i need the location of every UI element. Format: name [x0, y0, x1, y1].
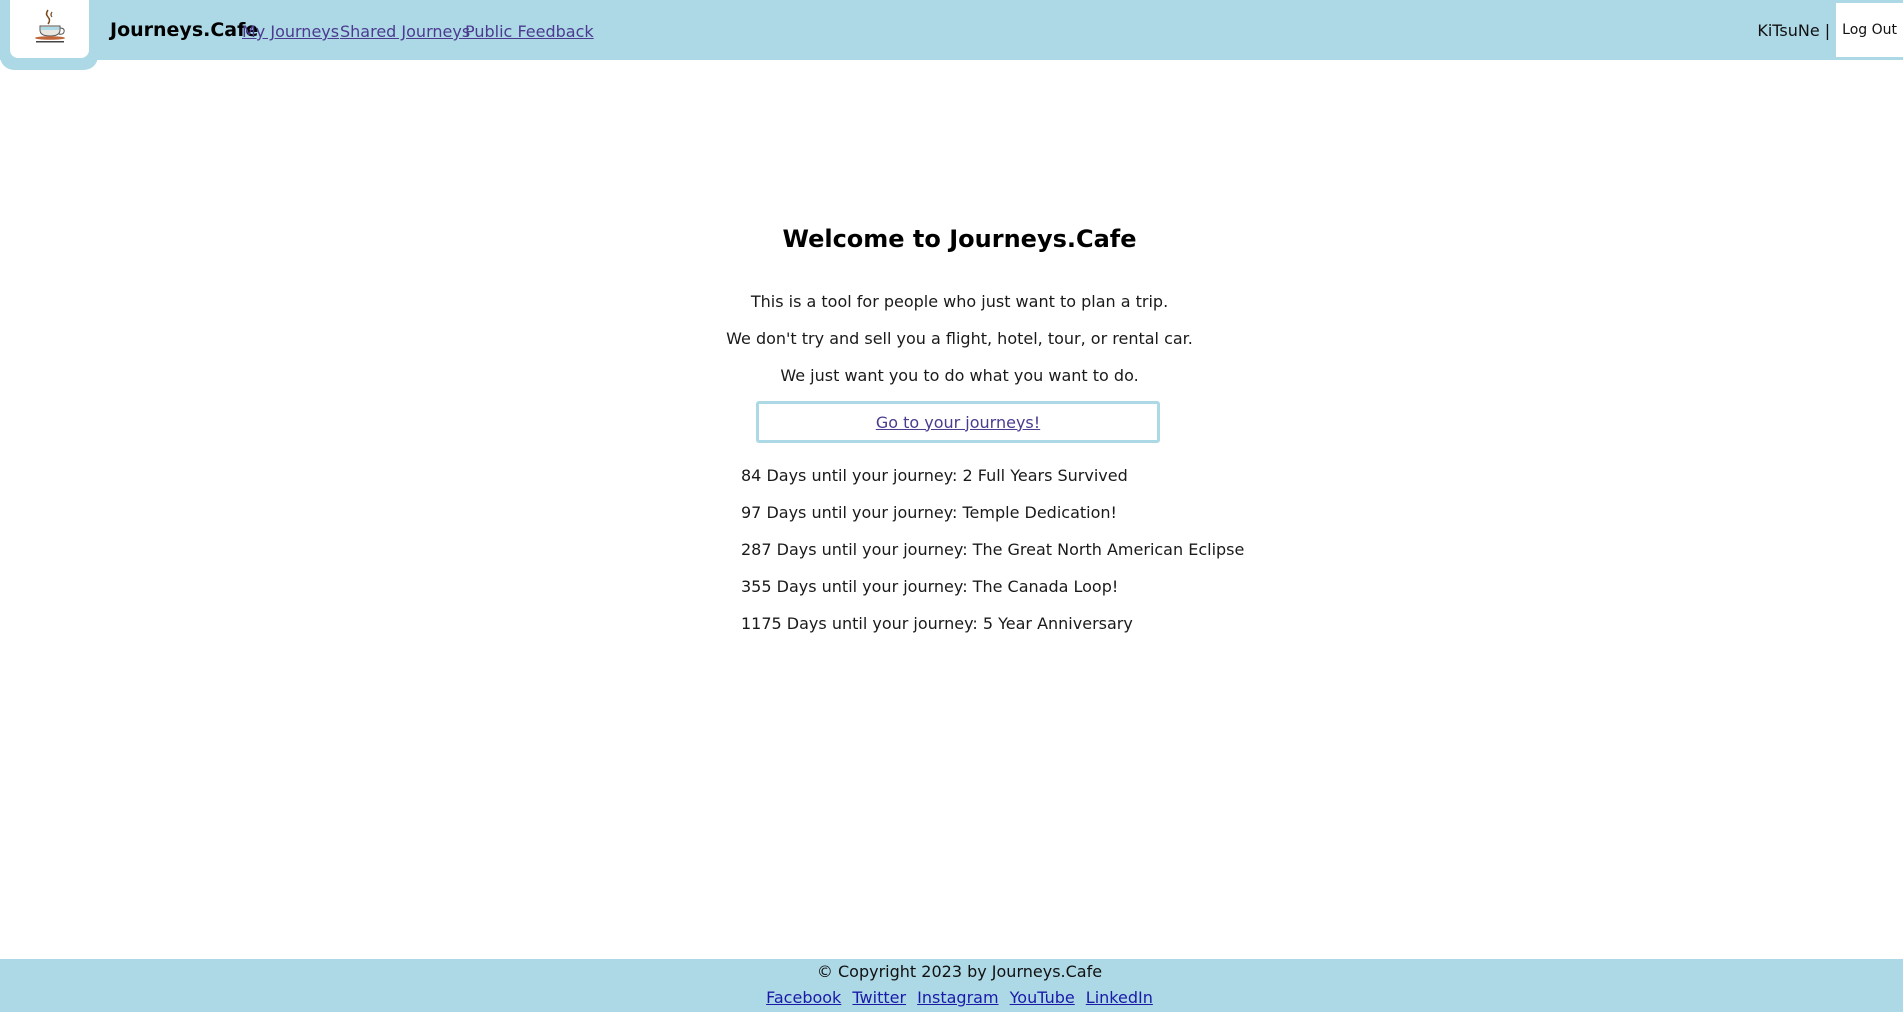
page-title: Welcome to Journeys.Cafe	[782, 225, 1137, 253]
go-to-journeys-button[interactable]: Go to your journeys!	[756, 401, 1160, 443]
countdown-item: 84 Days until your journey: 2 Full Years…	[741, 466, 1128, 485]
copyright-text: © Copyright 2023 by Journeys.Cafe	[816, 962, 1103, 981]
user-area: KiTsuNe | Log Out	[1757, 0, 1903, 60]
countdown-item: 97 Days until your journey: Temple Dedic…	[741, 503, 1117, 522]
instagram-link[interactable]: Instagram	[917, 988, 998, 1007]
nav-shared-journeys[interactable]: Shared Journeys	[340, 22, 470, 41]
linkedin-link[interactable]: LinkedIn	[1086, 988, 1153, 1007]
logout-button[interactable]: Log Out	[1836, 3, 1903, 57]
twitter-link[interactable]: Twitter	[852, 988, 906, 1007]
nav-public-feedback[interactable]: Public Feedback	[465, 22, 594, 41]
intro-line-2: We don't try and sell you a flight, hote…	[726, 329, 1193, 348]
coffee-cup-icon	[35, 9, 65, 43]
username-label: KiTsuNe |	[1757, 20, 1831, 40]
nav-my-journeys[interactable]: My Journeys	[242, 22, 339, 41]
go-to-journeys-link[interactable]: Go to your journeys!	[876, 413, 1040, 432]
brand-name[interactable]: Journeys.Cafe	[110, 19, 258, 41]
intro-line-3: We just want you to do what you want to …	[780, 366, 1139, 385]
facebook-link[interactable]: Facebook	[766, 988, 841, 1007]
logo[interactable]	[10, 0, 89, 58]
intro-line-1: This is a tool for people who just want …	[750, 292, 1169, 311]
page: Journeys.Cafe My Journeys Shared Journey…	[0, 0, 1903, 1012]
footer: © Copyright 2023 by Journeys.Cafe Facebo…	[0, 959, 1903, 1012]
countdown-item: 1175 Days until your journey: 5 Year Ann…	[741, 614, 1133, 633]
youtube-link[interactable]: YouTube	[1010, 988, 1075, 1007]
logo-tab	[0, 0, 98, 70]
countdown-item: 287 Days until your journey: The Great N…	[741, 540, 1245, 559]
top-nav-bar: Journeys.Cafe My Journeys Shared Journey…	[0, 0, 1903, 70]
countdown-item: 355 Days until your journey: The Canada …	[741, 577, 1119, 596]
social-links: Facebook Twitter Instagram YouTube Linke…	[0, 988, 1903, 1007]
